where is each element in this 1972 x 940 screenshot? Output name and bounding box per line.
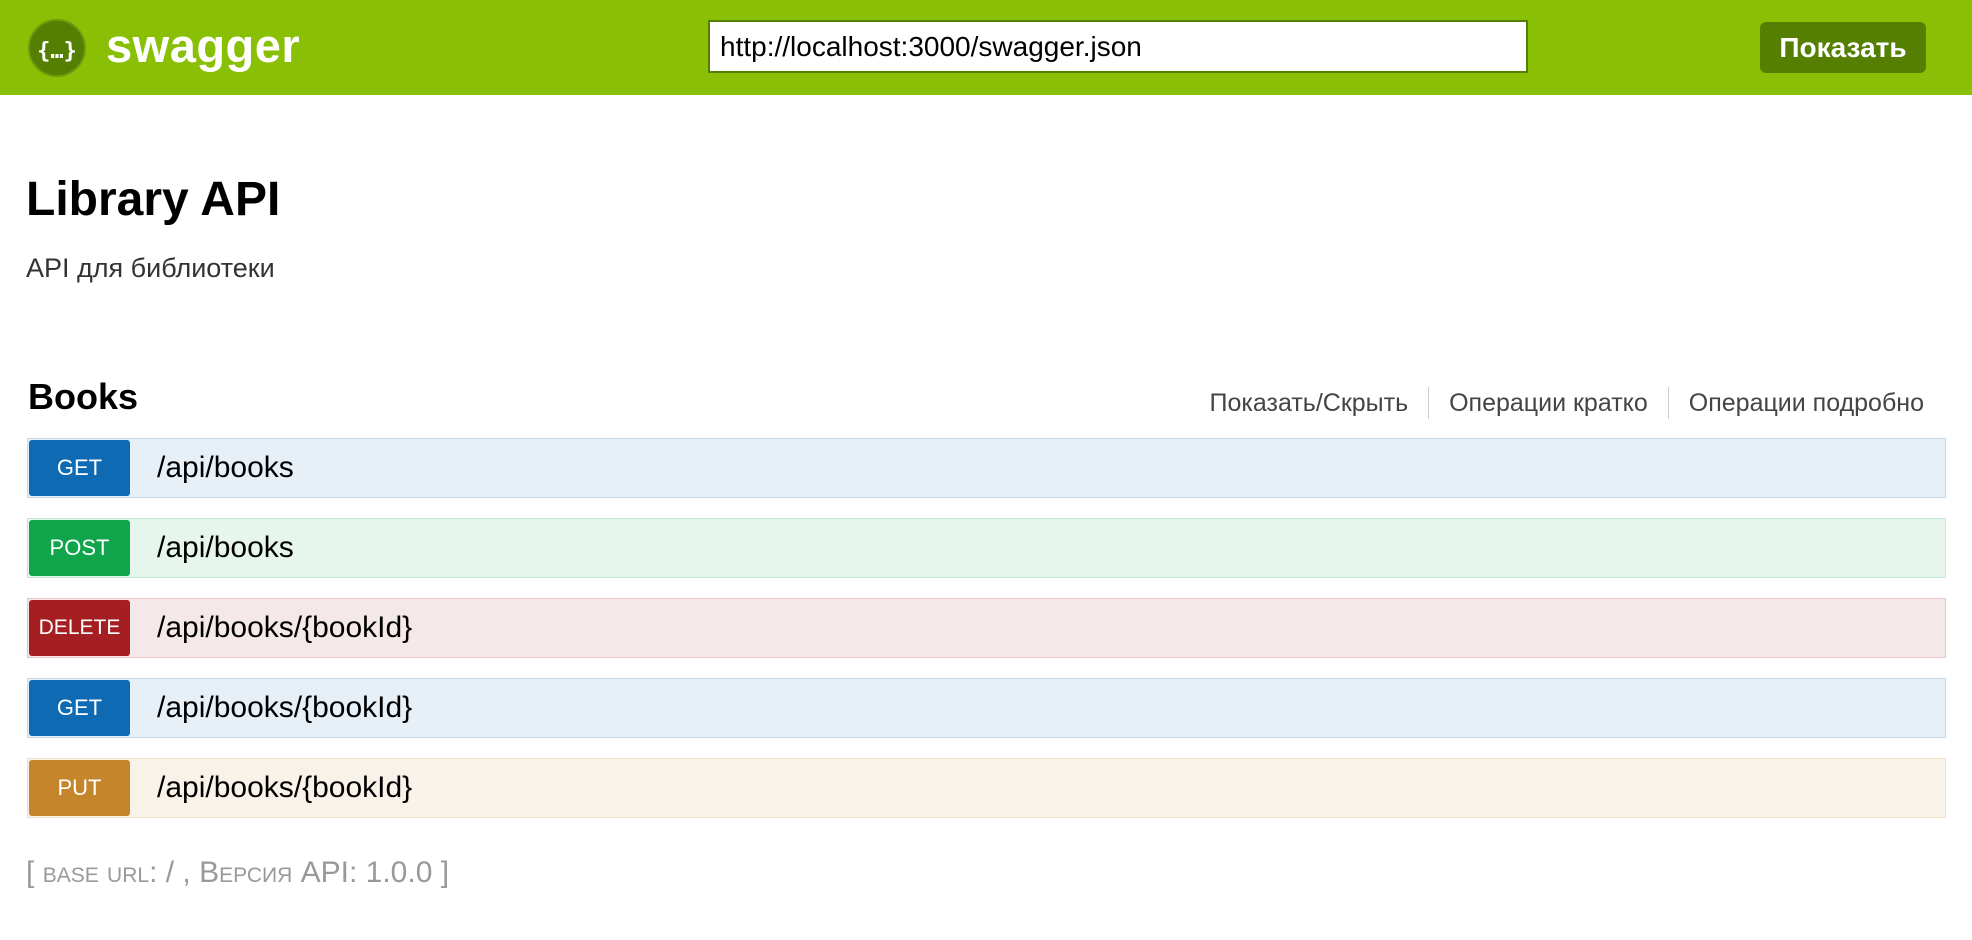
- spec-url-input[interactable]: [708, 20, 1528, 73]
- http-method-badge[interactable]: PUT: [29, 760, 130, 816]
- toggle-operations-link[interactable]: Показать/Скрыть: [1190, 386, 1429, 420]
- operations-list: GET /api/books POST /api/books DELETE /a…: [27, 438, 1946, 838]
- api-footer: [ base url: / , Версия API: 1.0.0 ]: [26, 853, 449, 893]
- operation-delete-book[interactable]: DELETE /api/books/{bookId}: [27, 598, 1946, 658]
- resource-options: Показать/Скрыть Операции кратко Операции…: [1190, 386, 1924, 420]
- brand-name[interactable]: swagger: [106, 16, 300, 76]
- operation-path[interactable]: /api/books/{bookId}: [130, 678, 412, 738]
- footer-open-bracket: [: [26, 856, 35, 889]
- operation-path[interactable]: /api/books/{bookId}: [130, 598, 412, 658]
- swagger-braces-icon: {…}: [37, 39, 77, 64]
- operation-path[interactable]: /api/books: [130, 438, 294, 498]
- operation-path[interactable]: /api/books: [130, 518, 294, 578]
- http-method-badge[interactable]: DELETE: [29, 600, 130, 656]
- header-bar: {…} swagger Показать: [0, 0, 1972, 95]
- expand-operations-link[interactable]: Операции подробно: [1669, 386, 1924, 420]
- api-description: API для библиотеки: [26, 253, 275, 283]
- svg-text:{…}: {…}: [37, 39, 77, 64]
- base-url-value: : / ,: [149, 856, 200, 889]
- list-operations-link[interactable]: Операции кратко: [1429, 386, 1668, 420]
- operation-put-book[interactable]: PUT /api/books/{bookId}: [27, 758, 1946, 818]
- resource-heading-books[interactable]: Books: [28, 375, 138, 419]
- operation-get-book[interactable]: GET /api/books/{bookId}: [27, 678, 1946, 738]
- footer-close-bracket: ]: [440, 856, 450, 889]
- http-method-badge[interactable]: GET: [29, 440, 130, 496]
- api-version-value: : 1.0.0: [348, 856, 441, 889]
- operation-get-books[interactable]: GET /api/books: [27, 438, 1946, 498]
- explore-button[interactable]: Показать: [1760, 22, 1926, 73]
- operation-post-books[interactable]: POST /api/books: [27, 518, 1946, 578]
- api-version-label: Версия API: [199, 856, 349, 889]
- base-url-label: base url: [42, 856, 150, 889]
- http-method-badge[interactable]: GET: [29, 680, 130, 736]
- http-method-badge[interactable]: POST: [29, 520, 130, 576]
- api-title: Library API: [26, 173, 281, 226]
- operation-path[interactable]: /api/books/{bookId}: [130, 758, 412, 818]
- swagger-logo-icon[interactable]: {…}: [28, 19, 86, 77]
